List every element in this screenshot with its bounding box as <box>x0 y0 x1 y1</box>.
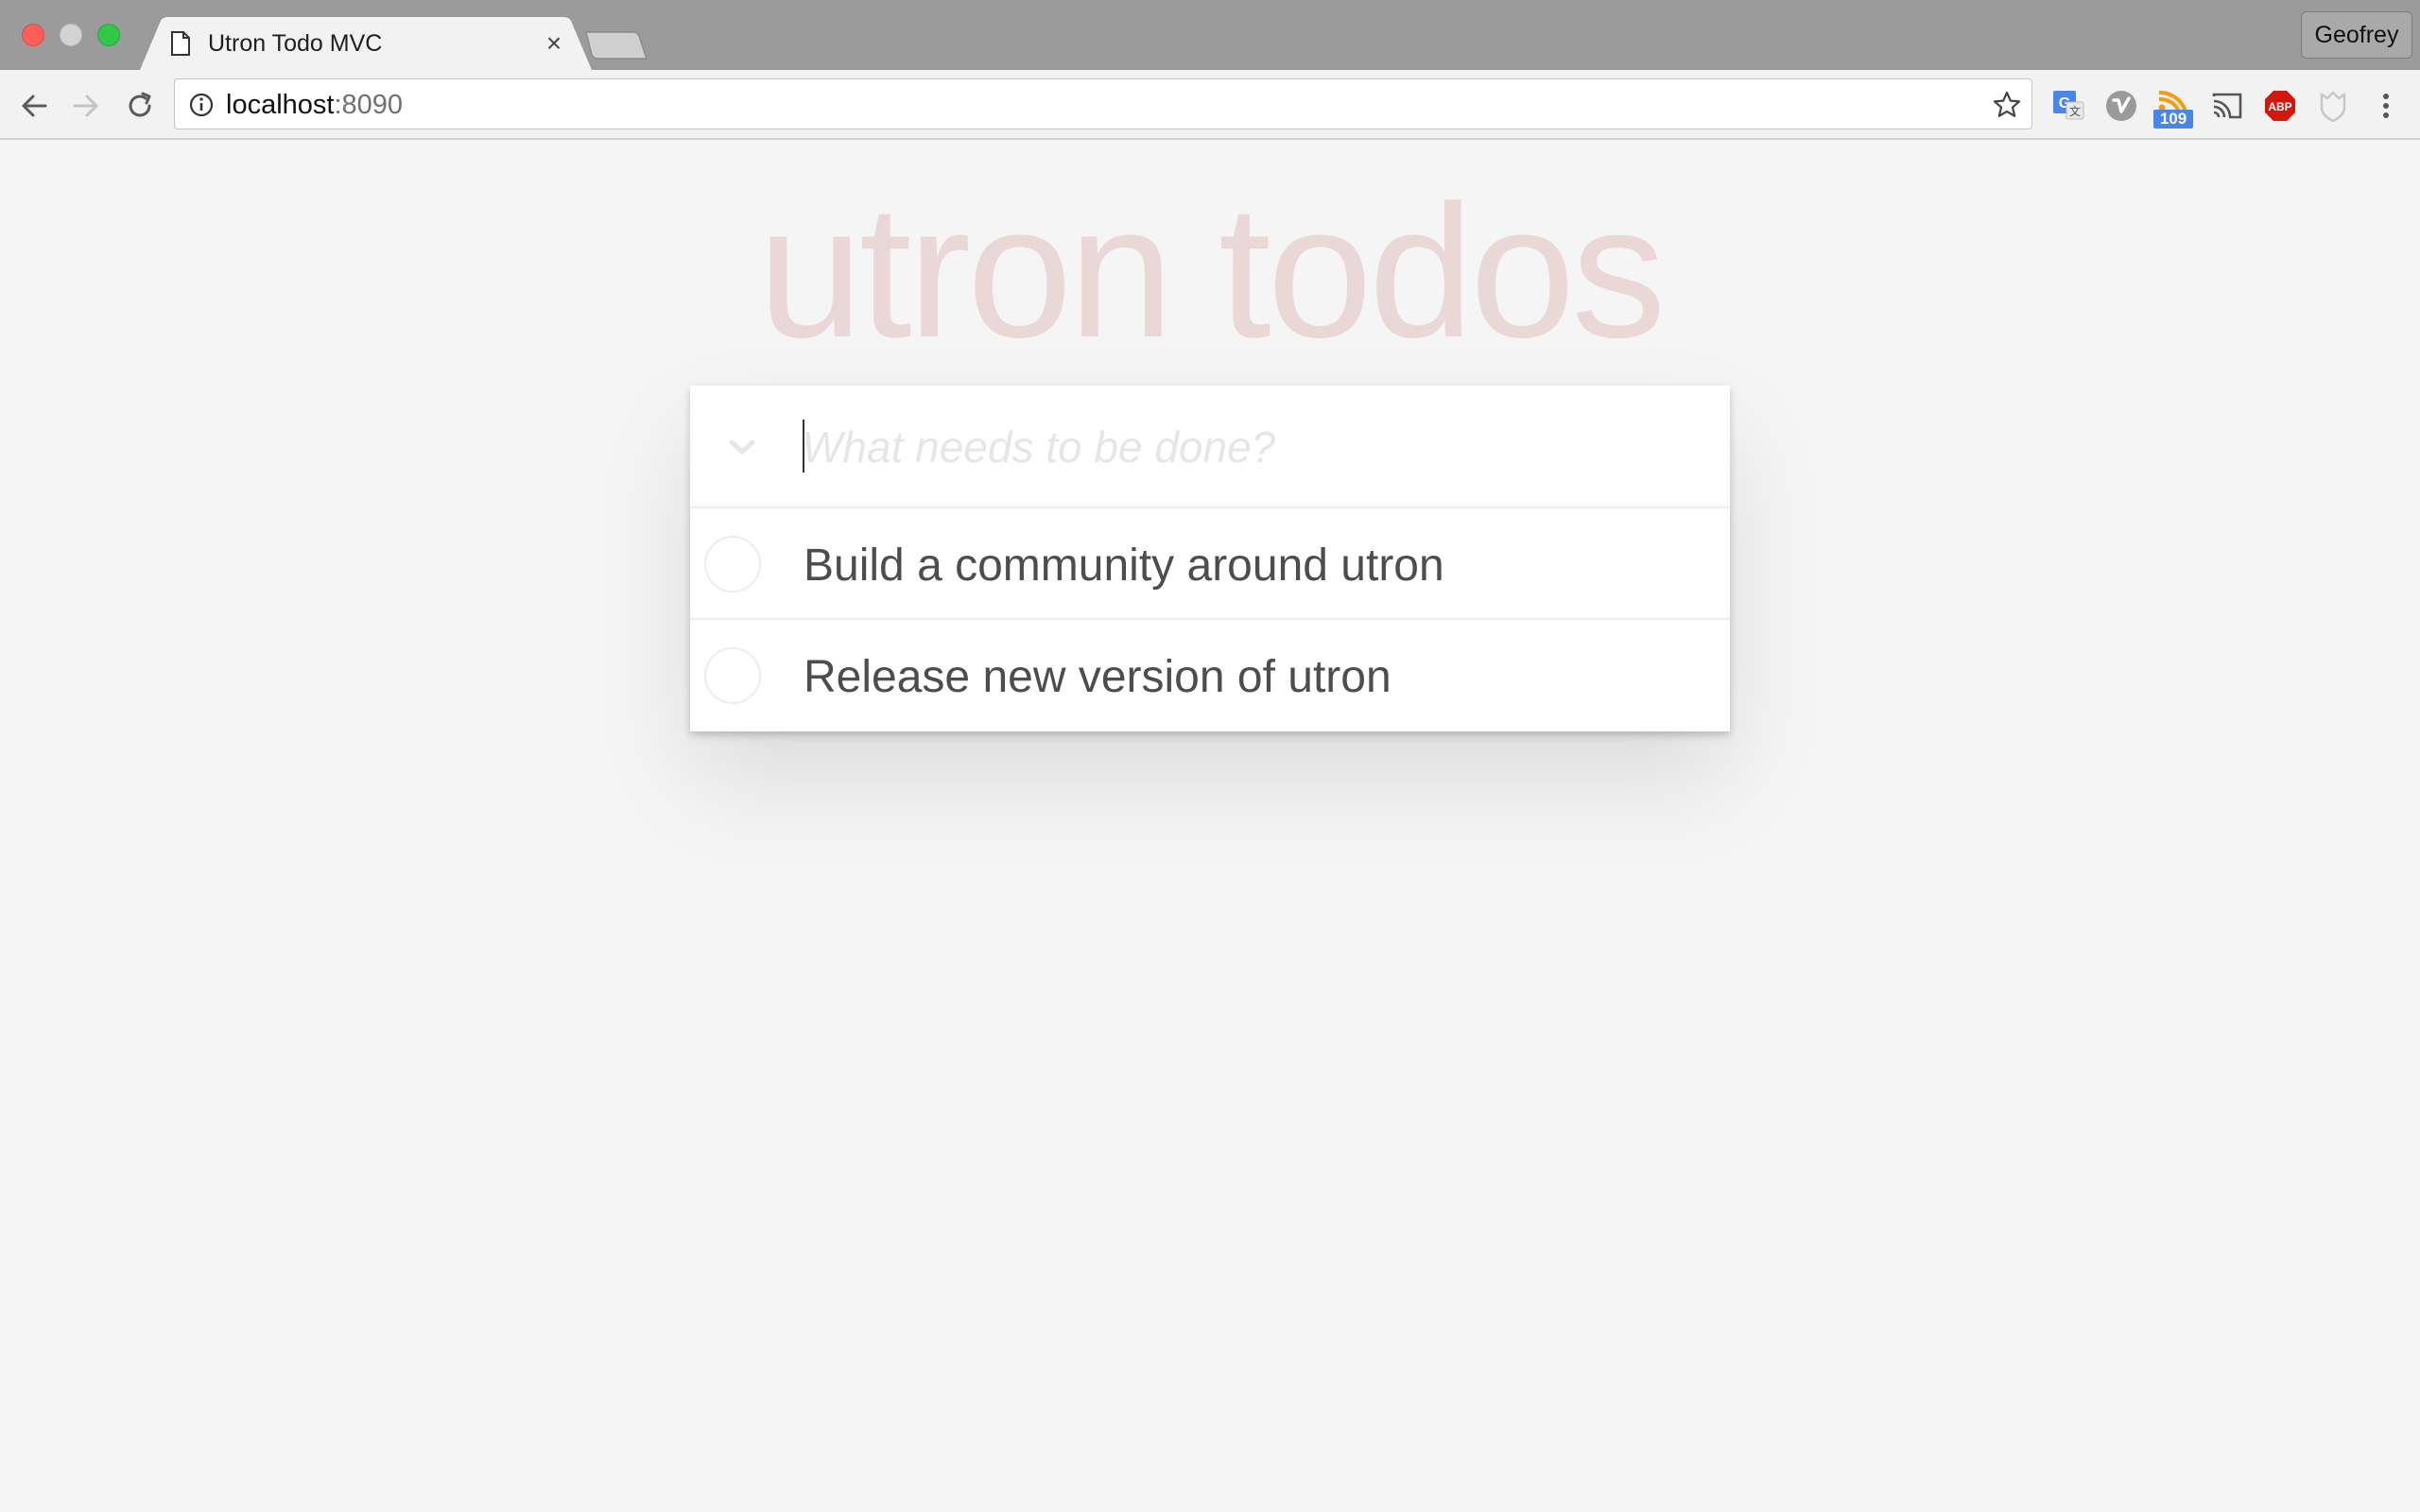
cast-icon[interactable] <box>2208 87 2246 125</box>
adblock-plus-icon[interactable]: ABP <box>2261 87 2299 125</box>
todo-toggle-checkbox[interactable] <box>704 647 761 704</box>
menu-kebab-icon[interactable] <box>2367 87 2405 125</box>
vimeo-extension-icon[interactable] <box>2102 87 2140 125</box>
svg-text:文: 文 <box>2069 104 2081 118</box>
new-todo-row <box>690 386 1730 508</box>
todo-list: Build a community around utron Release n… <box>690 508 1730 731</box>
site-info-icon[interactable] <box>188 92 215 118</box>
tab-close-icon[interactable]: × <box>541 30 567 57</box>
app-title: utron todos <box>757 166 1667 377</box>
window-maximize-button[interactable] <box>97 24 120 46</box>
bookmark-star-icon[interactable] <box>1992 90 2022 120</box>
reload-icon[interactable] <box>123 89 157 123</box>
todo-toggle-checkbox[interactable] <box>704 536 761 593</box>
browser-toolbar: localhost:8090 G 文 109 ABP <box>0 70 2420 140</box>
new-tab-button[interactable] <box>584 30 648 60</box>
new-todo-input[interactable] <box>802 412 1700 482</box>
todo-label[interactable]: Release new version of utron <box>804 652 1392 703</box>
todo-app: Build a community around utron Release n… <box>690 386 1730 731</box>
tab-title: Utron Todo MVC <box>208 30 383 57</box>
url-text: localhost:8090 <box>226 89 403 121</box>
forward-arrow-icon[interactable] <box>69 89 103 123</box>
address-bar[interactable]: localhost:8090 <box>174 78 2032 129</box>
window-close-button[interactable] <box>22 24 44 46</box>
todo-label[interactable]: Build a community around utron <box>804 541 1444 592</box>
page-icon <box>171 31 190 56</box>
url-port: :8090 <box>334 90 404 120</box>
browser-titlebar: Utron Todo MVC × Geofrey <box>0 0 2420 70</box>
browser-tab-active[interactable]: Utron Todo MVC × <box>140 17 592 70</box>
profile-button[interactable]: Geofrey <box>2301 11 2412 59</box>
adblock-label: ABP <box>2268 100 2291 113</box>
window-minimize-button[interactable] <box>60 24 82 46</box>
text-caret <box>803 420 804 472</box>
rss-extension[interactable]: 109 <box>2153 87 2193 129</box>
chevron-down-icon[interactable] <box>718 423 766 471</box>
translate-extension-icon[interactable]: G 文 <box>2049 87 2087 125</box>
todo-item: Release new version of utron <box>690 620 1730 731</box>
rss-unread-badge: 109 <box>2153 110 2193 129</box>
shield-extension-icon[interactable] <box>2314 87 2352 125</box>
url-host: localhost <box>226 90 335 120</box>
todo-item: Build a community around utron <box>690 508 1730 620</box>
back-arrow-icon[interactable] <box>17 89 51 123</box>
